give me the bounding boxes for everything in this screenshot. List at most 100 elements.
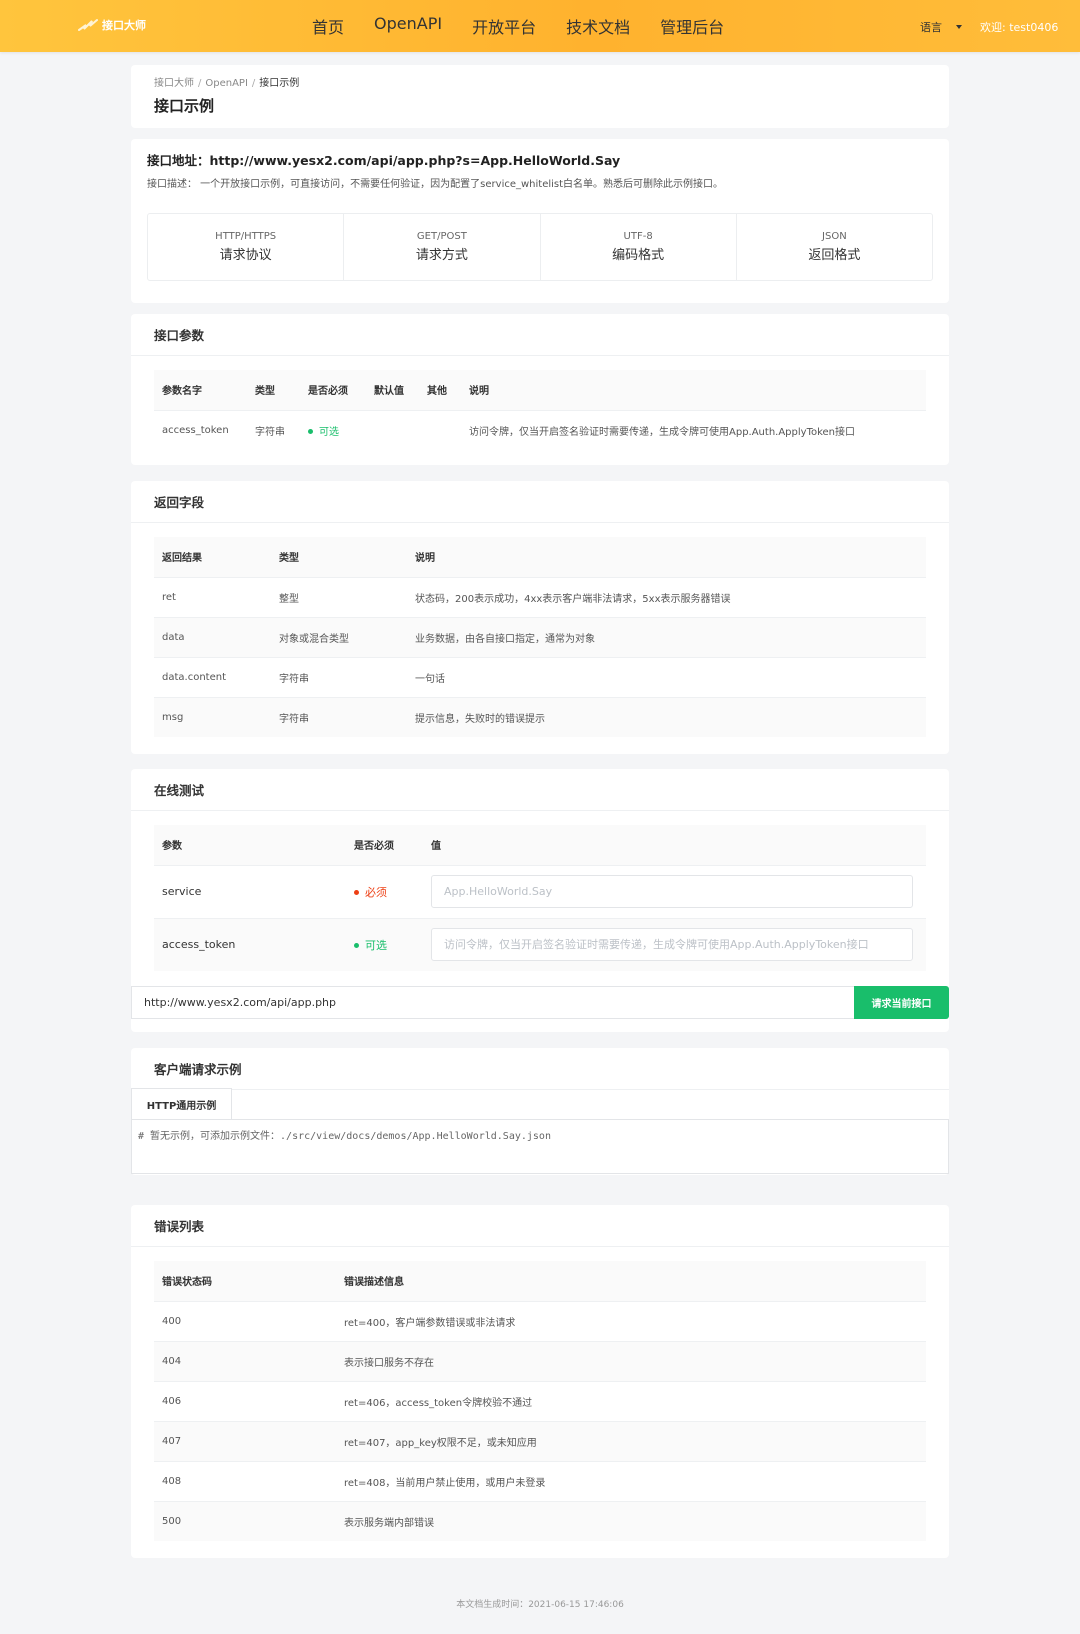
stat-format: JSON 返回格式 [737,214,932,280]
nav-tech-docs[interactable]: 技术文档 [566,14,630,38]
col-header: 其他 [419,370,461,410]
errors-table: 错误状态码 错误描述信息 400 ret=400，客户端参数错误或非法请求 40… [154,1261,926,1541]
col-header: 类型 [247,370,300,410]
page-title: 接口示例 [154,97,215,115]
returns-card: 返回字段 返回结果 类型 说明 ret 整型 状态码，200表示成功，4xx表示… [131,481,949,754]
breadcrumb-item[interactable]: 接口大师 [154,78,194,89]
error-code: 400 [154,1300,336,1341]
top-navbar: 接口大师 首页 OpenAPI 开放平台 技术文档 管理后台 语言 欢迎: te… [0,0,1080,52]
test-param-required: 可选 [346,917,423,971]
nav-openapi[interactable]: OpenAPI [374,14,442,38]
request-url-input[interactable] [131,986,854,1019]
col-header: 错误描述信息 [336,1261,926,1301]
section-title: 在线测试 [131,769,949,811]
section-title: 返回字段 [131,481,949,523]
error-desc: ret=407，app_key权限不足，或未知应用 [336,1420,926,1461]
required-label: 可选 [365,938,387,952]
col-header: 参数 [154,825,346,865]
stat-value: HTTP/HTTPS [215,231,277,242]
error-code: 500 [154,1500,336,1541]
required-label: 可选 [319,426,339,438]
table-row: access_token 字符串 可选 访问令牌，仅当开启签名验证时需要传递，生… [154,409,926,450]
field-name: ret [154,576,271,617]
stat-label: 返回格式 [808,248,861,263]
table-row: service 必须 [154,864,926,918]
stat-protocol: HTTP/HTTPS 请求协议 [148,214,345,280]
error-code: 406 [154,1380,336,1421]
error-desc: ret=408，当前用户禁止使用，或用户未登录 [336,1460,926,1501]
section-title: 客户端请求示例 [131,1048,949,1090]
errors-card: 错误列表 错误状态码 错误描述信息 400 ret=400，客户端参数错误或非法… [131,1205,949,1558]
col-header: 默认值 [366,370,419,410]
test-param-name: access_token [154,917,346,971]
stat-value: GET/POST [416,231,467,242]
col-header: 是否必须 [346,825,423,865]
table-row: 407 ret=407，app_key权限不足，或未知应用 [154,1420,926,1461]
error-code: 407 [154,1420,336,1461]
stat-label: 请求协议 [219,248,272,263]
param-desc: 访问令牌，仅当开启签名验证时需要传递，生成令牌可使用App.Auth.Apply… [461,409,926,450]
params-table: 参数名字 类型 是否必须 默认值 其他 说明 access_token 字符串 … [154,370,926,450]
required-label: 必须 [365,885,387,899]
status-dot-icon [354,943,359,949]
breadcrumb-current: 接口示例 [259,78,300,89]
status-dot-icon [308,429,313,435]
stat-value: JSON [822,231,847,242]
col-header: 说明 [407,537,926,577]
error-desc: ret=406，access_token令牌校验不通过 [336,1380,926,1421]
stat-label: 编码格式 [612,248,665,263]
returns-table: 返回结果 类型 说明 ret 整型 状态码，200表示成功，4xx表示客户端非法… [154,537,926,737]
client-example-card: 客户端请求示例 HTTP通用示例 # 暂无示例，可添加示例文件：./src/vi… [131,1048,949,1175]
breadcrumb: 接口大师 / OpenAPI / 接口示例 [154,78,300,89]
field-name: data [154,616,271,657]
main-nav: 首页 OpenAPI 开放平台 技术文档 管理后台 [312,14,724,38]
error-desc: 表示接口服务不存在 [336,1340,926,1381]
language-label: 语言 [920,21,942,34]
nav-open-platform[interactable]: 开放平台 [472,14,536,38]
online-test-card: 在线测试 参数 是否必须 值 service 必须 access_token 可… [131,769,949,1032]
error-code: 408 [154,1460,336,1501]
section-title: 接口参数 [131,314,949,356]
table-row: 408 ret=408，当前用户禁止使用，或用户未登录 [154,1460,926,1501]
test-value-cell [423,864,926,918]
request-api-button[interactable]: 请求当前接口 [854,986,949,1019]
field-desc: 业务数据，由各自接口指定，通常为对象 [407,616,926,657]
field-type: 对象或混合类型 [271,616,407,657]
language-dropdown[interactable]: 语言 [920,19,962,35]
field-type: 字符串 [271,656,407,697]
access-token-input[interactable] [431,928,913,962]
col-header: 参数名字 [154,370,247,410]
table-row: 404 表示接口服务不存在 [154,1340,926,1381]
api-info-card: 接口地址：http://www.yesx2.com/api/app.php?s=… [131,139,949,303]
logo-icon [78,19,98,31]
col-header: 值 [423,825,926,865]
chevron-down-icon [956,25,962,29]
param-name: access_token [154,409,247,450]
test-param-required: 必须 [346,864,423,918]
test-param-name: service [154,864,346,918]
col-header: 是否必须 [300,370,366,410]
field-desc: 提示信息，失败时的错误提示 [407,696,926,737]
field-type: 整型 [271,576,407,617]
table-row: access_token 可选 [154,917,926,971]
service-input[interactable] [431,875,913,908]
stat-method: GET/POST 请求方式 [344,214,541,280]
api-description: 接口描述： 一个开放接口示例，可直接访问，不需要任何验证，因为配置了servic… [147,179,724,190]
nav-home[interactable]: 首页 [312,14,344,38]
code-example: # 暂无示例，可添加示例文件：./src/view/docs/demos/App… [131,1119,949,1174]
nav-admin[interactable]: 管理后台 [660,14,724,38]
table-row: data 对象或混合类型 业务数据，由各自接口指定，通常为对象 [154,616,926,657]
table-row: data.content 字符串 一句话 [154,656,926,697]
tab-http-example[interactable]: HTTP通用示例 [131,1088,232,1120]
logo[interactable]: 接口大师 [78,17,146,33]
error-desc: ret=400，客户端参数错误或非法请求 [336,1300,926,1341]
field-desc: 状态码，200表示成功，4xx表示客户端非法请求，5xx表示服务器错误 [407,576,926,617]
params-card: 接口参数 参数名字 类型 是否必须 默认值 其他 说明 access_token… [131,314,949,465]
api-stats: HTTP/HTTPS 请求协议 GET/POST 请求方式 UTF-8 编码格式… [147,213,933,281]
table-row: 400 ret=400，客户端参数错误或非法请求 [154,1300,926,1341]
page-header-card: 接口大师 / OpenAPI / 接口示例 接口示例 [131,65,949,128]
col-header: 返回结果 [154,537,271,577]
user-welcome[interactable]: 欢迎: test0406 [980,19,1058,35]
api-url: 接口地址：http://www.yesx2.com/api/app.php?s=… [147,153,621,168]
breadcrumb-item[interactable]: OpenAPI [205,78,248,89]
